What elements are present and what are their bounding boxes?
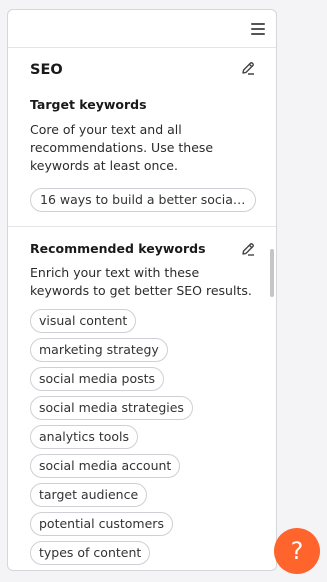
recommended-section: Recommended keywords Enrich your text wi…	[8, 227, 276, 570]
keyword-chip[interactable]: marketing strategy	[30, 338, 168, 362]
keyword-chip[interactable]: social media posts	[30, 367, 165, 391]
seo-title: SEO	[30, 62, 63, 78]
scrollbar-thumb[interactable]	[270, 249, 274, 297]
edit-recommended-pencil-icon[interactable]	[240, 241, 256, 257]
keyword-chip[interactable]: target audience	[30, 483, 148, 507]
hamburger-menu-icon[interactable]	[251, 23, 265, 35]
keyword-chip[interactable]: analytics tools	[30, 425, 139, 449]
target-keywords-heading: Target keywords	[30, 97, 147, 112]
recommended-keywords-description: Enrich your text with these keywords to …	[30, 265, 252, 298]
target-keywords-description: Core of your text and all recommendation…	[30, 122, 214, 173]
keyword-chip[interactable]: potential customers	[30, 512, 173, 536]
keyword-chip[interactable]: visual content	[30, 309, 137, 333]
seo-section: SEO Target keywords Core of your text an…	[8, 48, 276, 227]
edit-seo-pencil-icon[interactable]	[240, 60, 256, 76]
keyword-chip[interactable]: types of content	[30, 541, 151, 565]
recommended-keyword-list: visual content marketing strategy social…	[30, 309, 193, 570]
keyword-chip[interactable]: social media strategies	[30, 396, 193, 420]
target-keyword-chip[interactable]: 16 ways to build a better social …	[30, 188, 256, 212]
seo-panel: SEO Target keywords Core of your text an…	[7, 9, 277, 571]
recommended-keywords-heading: Recommended keywords	[30, 241, 206, 256]
keyword-chip[interactable]: social media account	[30, 454, 181, 478]
help-button[interactable]: ?	[274, 528, 320, 574]
panel-toolbar	[8, 10, 276, 48]
